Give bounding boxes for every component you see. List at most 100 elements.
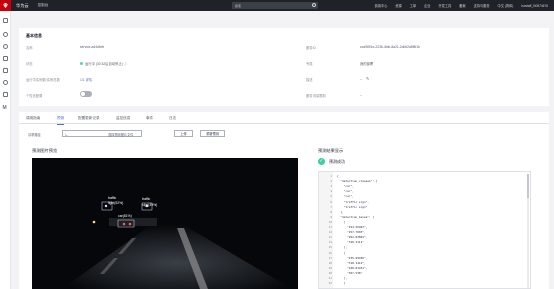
traffic-limit-value: -- bbox=[360, 93, 363, 97]
deploy-icon[interactable]: M bbox=[3, 105, 7, 111]
detection-label: traffic bbox=[108, 196, 117, 200]
line-number: 10 bbox=[328, 219, 332, 224]
service-id-value: cca9891e-2236-4fde-8a21-2db52a5f8f1b bbox=[360, 45, 420, 49]
line-number: 7 bbox=[330, 204, 332, 209]
search-icon[interactable] bbox=[312, 3, 316, 7]
image-preview-title: 预测图片预览 bbox=[32, 148, 58, 153]
code-line: ], bbox=[337, 209, 344, 214]
tab-logs[interactable]: 日志 bbox=[169, 116, 176, 121]
menu-support[interactable]: 支持与服务 bbox=[474, 3, 490, 8]
line-number: 22 bbox=[328, 281, 332, 286]
model-icon[interactable] bbox=[3, 92, 8, 97]
code-line: ], bbox=[337, 245, 348, 250]
upload-button[interactable]: 上传 bbox=[174, 130, 193, 137]
name-label: 名称 bbox=[26, 46, 33, 50]
status-label: 状态 bbox=[26, 62, 33, 66]
tab-monitoring[interactable]: 监控信息 bbox=[116, 116, 130, 121]
menu-devtools[interactable]: 开发工具 bbox=[438, 3, 451, 8]
code-scrollbar-thumb[interactable] bbox=[527, 174, 529, 198]
brand-name[interactable]: 华为云 bbox=[16, 3, 29, 9]
menu-resources[interactable]: 资源 bbox=[395, 3, 401, 8]
code-line: "248.81451", bbox=[337, 265, 368, 270]
line-number: 20 bbox=[328, 270, 332, 275]
line-number: 14 bbox=[328, 240, 332, 245]
file-select-label: 选择预测图片文件 bbox=[108, 133, 134, 137]
line-number: 21 bbox=[328, 276, 332, 280]
detection-label: traffic bbox=[142, 197, 151, 201]
line-number: 9 bbox=[330, 214, 332, 219]
code-line: "257.7093", bbox=[337, 230, 366, 235]
tab-call-guide[interactable]: 调用指南 bbox=[26, 116, 40, 121]
menu-language[interactable]: 中文 (简体) bbox=[498, 3, 514, 8]
tab-events[interactable]: 事件 bbox=[146, 116, 153, 121]
top-navbar: 华为云 控制台 搜索 费用中心 资源 工单 企业 开发工具 备案 支持与服务 中… bbox=[0, 0, 554, 11]
traffic-limit-label: 服务流量限制 bbox=[306, 94, 326, 98]
line-number: 18 bbox=[328, 260, 332, 265]
detection-label: light(52%) bbox=[108, 201, 124, 205]
basic-info-title: 基本信息 bbox=[26, 33, 42, 38]
home-icon[interactable] bbox=[3, 32, 8, 37]
result-json-viewer[interactable]: 1 {2 "detection_classes": [3 "car", 4 "car… bbox=[318, 171, 531, 289]
menu-billing[interactable]: 费用中心 bbox=[375, 3, 388, 8]
running-status-icon bbox=[80, 62, 83, 66]
menu-enterprise[interactable]: 企业 bbox=[424, 3, 430, 8]
code-line: "traffic sign", bbox=[337, 199, 369, 204]
code-line: [ bbox=[337, 250, 346, 255]
description-label: 描述 bbox=[306, 78, 313, 82]
instances-value[interactable]: 1/1 详情 bbox=[80, 77, 92, 82]
line-number: 4 bbox=[330, 189, 332, 194]
info-icon[interactable]: ⓘ bbox=[124, 62, 127, 66]
edit-pencil-icon[interactable]: ✎ bbox=[366, 76, 369, 81]
search-placeholder: 搜索 bbox=[235, 3, 242, 8]
menu-tickets[interactable]: 工单 bbox=[410, 3, 416, 8]
code-line: "detection_boxes": [ bbox=[337, 214, 375, 219]
status-value: 运行中 (30:32后自动停止) ⓘ bbox=[80, 61, 127, 66]
huawei-logo-icon[interactable] bbox=[0, 0, 11, 11]
code-line: { bbox=[337, 174, 339, 178]
dashboard-icon[interactable] bbox=[3, 44, 8, 49]
global-search-input[interactable]: 搜索 bbox=[232, 2, 318, 9]
repredict-button[interactable]: 重新预测 bbox=[200, 130, 225, 137]
line-number: 5 bbox=[330, 194, 332, 199]
line-number: 1 bbox=[330, 174, 332, 178]
code-line: "car", bbox=[337, 194, 354, 199]
night-road-scene bbox=[32, 158, 298, 289]
line-number: 6 bbox=[330, 199, 332, 204]
tab-config-history[interactable]: 配置更新记录 bbox=[78, 116, 100, 121]
line-number: 17 bbox=[328, 255, 332, 260]
line-number: 16 bbox=[328, 250, 332, 255]
line-number: 19 bbox=[328, 265, 332, 270]
training-icon[interactable] bbox=[3, 80, 8, 85]
status-text: 运行中 (30:32后自动停止) bbox=[85, 61, 123, 66]
detection-label: sign(49%) bbox=[142, 203, 158, 207]
dev-icon[interactable] bbox=[3, 68, 8, 73]
description-value: -- bbox=[360, 77, 363, 81]
prediction-image: traffic light(52%) car(81%) traffic sign… bbox=[32, 158, 298, 289]
menu-filing[interactable]: 备案 bbox=[459, 3, 465, 8]
code-line: "car", bbox=[337, 184, 354, 189]
result-title: 预测结果显示 bbox=[318, 148, 344, 153]
tab-bar: 调用指南 预测 配置更新记录 监控信息 事件 日志 bbox=[19, 112, 549, 125]
side-nav: M bbox=[0, 11, 11, 289]
code-line: "320.2111" bbox=[337, 240, 364, 245]
console-link[interactable]: 控制台 bbox=[38, 3, 49, 8]
personalization-toggle[interactable] bbox=[80, 91, 92, 97]
service-id-label: 服务ID bbox=[306, 46, 316, 50]
code-line: "224.56403", bbox=[337, 225, 368, 229]
instances-label: 运行中实例数/实例总数 bbox=[26, 78, 60, 82]
line-number: 2 bbox=[330, 179, 332, 184]
line-number: 15 bbox=[328, 245, 332, 250]
dedicated-value: 我的部署 bbox=[360, 62, 374, 66]
line-number: 8 bbox=[330, 209, 332, 214]
code-line: [ bbox=[337, 281, 346, 286]
dedicated-label: 专属 bbox=[306, 62, 313, 66]
menu-icon[interactable] bbox=[3, 18, 8, 23]
code-line: ], bbox=[337, 276, 348, 280]
personalization-label: 个性化配置 bbox=[26, 94, 43, 98]
prediction-status: 预测成功 bbox=[329, 159, 345, 164]
data-icon[interactable] bbox=[3, 56, 8, 61]
name-value: service-ad4dfcfe bbox=[80, 45, 105, 49]
tab-predict[interactable]: 预测 bbox=[57, 116, 65, 125]
line-number: 12 bbox=[328, 230, 332, 235]
menu-user[interactable]: hwstaff_l00574676 bbox=[521, 4, 548, 8]
